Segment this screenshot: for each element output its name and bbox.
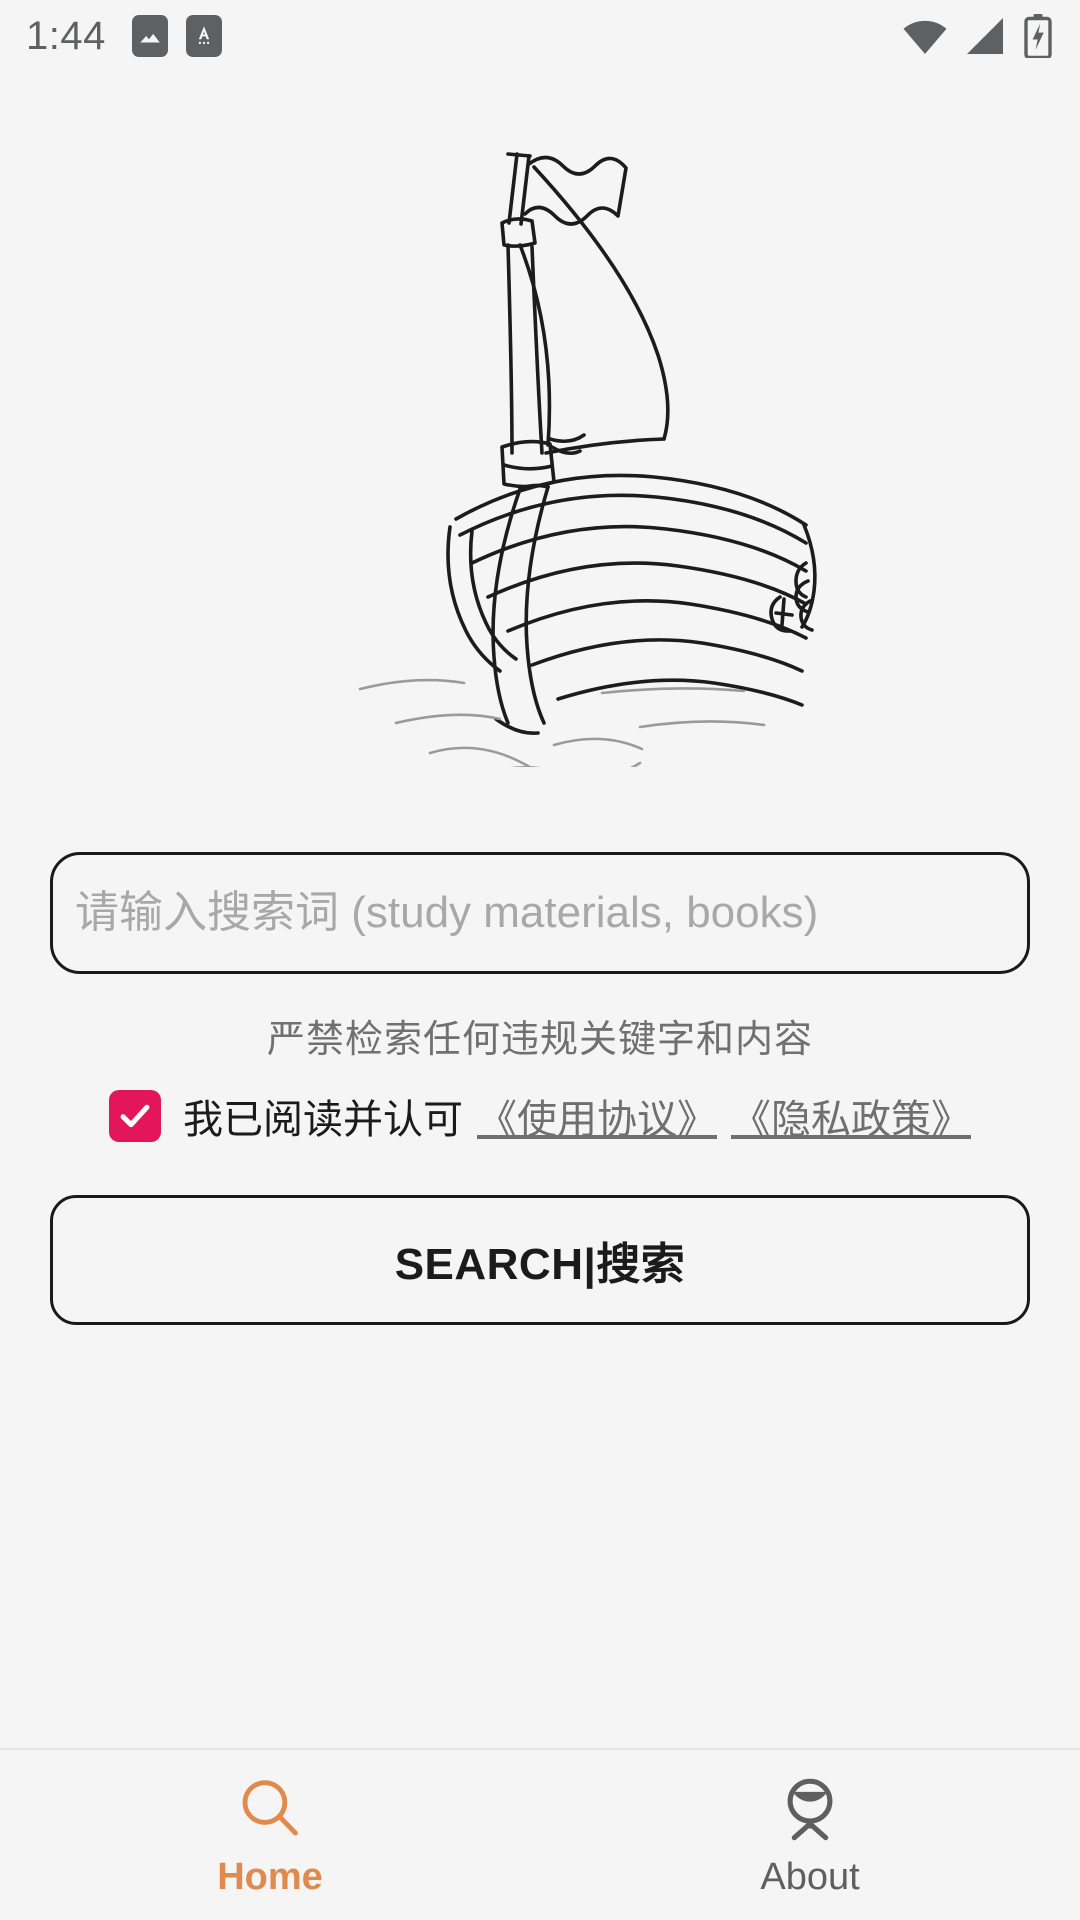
agreement-checkbox[interactable] [109, 1090, 161, 1142]
nav-item-about[interactable]: About [540, 1750, 1080, 1920]
wifi-icon [903, 20, 947, 54]
app-text-icon [185, 15, 222, 57]
search-form: 严禁检索任何违规关键字和内容 我已阅读并认可 《使用协议》 《隐私政策》 SEA… [0, 792, 1080, 1748]
battery-charging-icon [1024, 14, 1052, 58]
status-bar-clock: 1:44 [26, 13, 106, 58]
nav-item-home[interactable]: Home [0, 1750, 540, 1920]
nav-item-home-label: Home [217, 1855, 323, 1898]
image-icon [131, 15, 168, 57]
cell-signal-icon [967, 18, 1003, 54]
status-bar-system-icons [902, 14, 1052, 58]
sailboat-line-art-icon [358, 152, 817, 767]
user-agreement-link[interactable]: 《使用协议》 [477, 1087, 717, 1145]
status-bar-notification-icons [131, 15, 222, 57]
agreement-label: 我已阅读并认可 [183, 1098, 463, 1142]
search-button[interactable]: SEARCH|搜索 [50, 1195, 1030, 1325]
hero-illustration-container [0, 72, 1080, 792]
search-warning-text: 严禁检索任何违规关键字和内容 [266, 1019, 813, 1061]
search-input-container[interactable] [50, 852, 1030, 974]
search-input[interactable] [75, 888, 1005, 938]
app-screen: 1:44 请输入搜索词 (study materials, books) 严禁检… [0, 0, 1080, 1920]
privacy-policy-link[interactable]: 《隐私政策》 [731, 1087, 971, 1145]
nav-item-about-label: About [760, 1855, 860, 1898]
search-button-label: SEARCH|搜索 [394, 1240, 686, 1289]
bottom-navigation-bar: Home About [0, 1748, 1080, 1920]
status-bar: 1:44 [0, 0, 1080, 72]
person-info-icon [773, 1772, 847, 1846]
agreement-row: 我已阅读并认可 《使用协议》 《隐私政策》 [50, 1087, 1030, 1145]
check-icon [120, 1104, 150, 1128]
search-magnifier-icon [233, 1772, 307, 1846]
